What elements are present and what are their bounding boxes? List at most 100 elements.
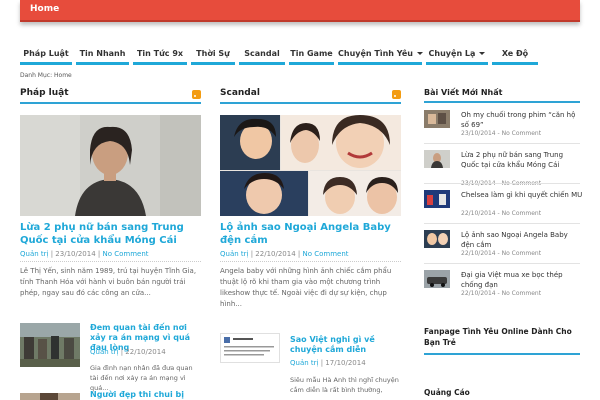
recent-post-item[interactable]: Oh my chuối trong phim “căn hộ số 69” 23… xyxy=(424,110,580,140)
article-meta: Quản trị | 22/10/2014 | No Comment xyxy=(220,250,349,258)
post-title: Lừa 2 phụ nữ bán sang Trung Quốc tại cửa… xyxy=(461,151,564,169)
sidebar-title-recent: Bài Viết Mới Nhất xyxy=(424,88,503,97)
nav-item-tin-tuc-9x[interactable]: Tin Tức 9x xyxy=(133,45,187,65)
post-meta: 22/10/2014 - No Comment xyxy=(461,290,542,297)
nav-label: Scandal xyxy=(244,49,280,58)
nav-item-xe-do[interactable]: Xe Độ xyxy=(492,45,538,65)
author-link[interactable]: Quản trị xyxy=(90,348,118,356)
sidebar-title-fanpage: Fanpage Tình Yêu Online Dành Cho Bạn Trẻ xyxy=(424,327,572,347)
divider xyxy=(220,261,401,262)
post-thumb xyxy=(424,230,450,248)
post-date: 22/10/2014 xyxy=(461,250,496,257)
author-link[interactable]: Quản trị xyxy=(290,359,318,367)
post-thumb xyxy=(424,270,450,288)
chevron-down-icon xyxy=(416,52,423,55)
post-title: Oh my chuối trong phim “căn hộ số 69” xyxy=(461,111,576,129)
post-meta: 22/10/2014 - No Comment xyxy=(461,210,542,217)
post-thumb xyxy=(424,110,450,128)
nav-item-chuyen-la[interactable]: Chuyện Lạ xyxy=(426,45,488,65)
post-date: 22/10/2014 xyxy=(461,210,496,217)
post-thumb xyxy=(424,190,450,208)
article-thumb[interactable] xyxy=(20,389,80,400)
article-excerpt: Lê Thị Yến, sinh năm 1989, trú tại huyện… xyxy=(20,267,197,297)
section-divider xyxy=(424,101,580,103)
home-link[interactable]: Home xyxy=(30,4,59,14)
comments-link[interactable]: No Comment xyxy=(102,250,148,258)
breadcrumb: Danh Mục: Home xyxy=(20,72,72,79)
meta-separator: | xyxy=(50,250,54,258)
meta-separator: | xyxy=(120,348,124,356)
author-link[interactable]: Quản trị xyxy=(220,250,248,258)
divider xyxy=(424,263,580,264)
article-excerpt: Angela baby với những hình ảnh chiếc cắm… xyxy=(220,267,392,308)
top-bar: Home xyxy=(20,0,580,22)
article-title-small[interactable]: Sao Việt nghi gì về chuyện cắm diễn xyxy=(290,335,402,355)
section-divider xyxy=(220,102,401,104)
rss-icon[interactable] xyxy=(192,90,201,99)
post-meta: 23/10/2014 - No Comment xyxy=(461,130,542,137)
nav-item-thoi-su[interactable]: Thời Sự xyxy=(191,45,235,65)
comments-link: No Comment xyxy=(501,290,542,297)
meta-separator: | xyxy=(250,250,254,258)
article-headline[interactable]: Lừa 2 phụ nữ bán sang Trung Quốc tại cửa… xyxy=(20,221,202,247)
nav-label: Tin Nhanh xyxy=(79,49,126,58)
meta-separator: | xyxy=(320,359,324,367)
divider xyxy=(424,143,580,144)
post-thumb xyxy=(424,150,450,168)
divider xyxy=(20,261,201,262)
nav-label: Thời Sự xyxy=(196,49,230,58)
meta-separator: | xyxy=(297,250,301,258)
article-image-scandal[interactable] xyxy=(220,115,401,216)
article-title-small[interactable]: Người đẹp thi chui bị phạt xyxy=(90,390,204,400)
article-excerpt-small: Siêu mẫu Hà Anh thì nghĩ chuyện cắm diễn… xyxy=(290,376,399,394)
divider xyxy=(424,183,580,184)
comments-link: No Comment xyxy=(501,210,542,217)
rss-icon[interactable] xyxy=(392,90,401,99)
section-divider xyxy=(20,102,201,104)
recent-post-item[interactable]: Chelsea làm gì khi quyết chiến MU 22/10/… xyxy=(424,190,583,220)
article-meta: Quản trị | 23/10/2014 | No Comment xyxy=(20,250,149,258)
nav-item-phap-luat[interactable]: Pháp Luật xyxy=(20,45,72,65)
section-title-scandal[interactable]: Scandal xyxy=(220,88,260,98)
article-meta-small: Quản trị | 22/10/2014 xyxy=(90,348,166,356)
nav-item-scandal[interactable]: Scandal xyxy=(239,45,285,65)
nav-label: Pháp Luật xyxy=(23,49,69,58)
post-date: 22/10/2014 xyxy=(461,290,496,297)
nav-label: Chuyện Lạ xyxy=(428,49,476,58)
nav-label: Chuyện Tình Yêu xyxy=(338,49,413,58)
article-image-phap-luat[interactable] xyxy=(20,115,201,216)
post-date: 23/10/2014 xyxy=(55,250,96,258)
article-thumb[interactable] xyxy=(20,323,80,367)
article-meta-small: Quản trị | 17/10/2014 xyxy=(290,359,366,367)
section-divider xyxy=(424,353,580,355)
comments-link: No Comment xyxy=(501,250,542,257)
post-title: Đại gia Việt mua xe bọc thép chống đạn xyxy=(461,271,563,289)
comments-link: No Comment xyxy=(501,130,542,137)
main-nav: Pháp Luật Tin Nhanh Tin Tức 9x Thời Sự S… xyxy=(20,45,580,67)
post-title: Lộ ảnh sao Ngoại Angela Baby đện cắm xyxy=(461,231,568,249)
nav-label: Xe Độ xyxy=(501,49,529,58)
article-headline[interactable]: Lộ ảnh sao Ngoại Angela Baby đện cắm xyxy=(220,221,402,247)
recent-post-item[interactable]: Lộ ảnh sao Ngoại Angela Baby đện cắm 22/… xyxy=(424,230,580,260)
article-thumb[interactable] xyxy=(220,333,280,363)
post-meta: 22/10/2014 - No Comment xyxy=(461,250,542,257)
post-date: 22/10/2014 xyxy=(255,250,296,258)
nav-item-tin-game[interactable]: Tin Game xyxy=(289,45,334,65)
comments-link[interactable]: No Comment xyxy=(302,250,348,258)
nav-item-tin-nhanh[interactable]: Tin Nhanh xyxy=(76,45,129,65)
recent-post-item[interactable]: Đại gia Việt mua xe bọc thép chống đạn 2… xyxy=(424,270,580,300)
nav-label: Tin Game xyxy=(290,49,333,58)
chevron-down-icon xyxy=(479,52,486,55)
author-link[interactable]: Quản trị xyxy=(20,250,48,258)
section-title-phap-luat[interactable]: Pháp luật xyxy=(20,88,69,98)
divider xyxy=(424,223,580,224)
post-date: 17/10/2014 xyxy=(325,359,366,367)
article-excerpt-small: Gia đình nạn nhân đã đưa quan tài đến nơ… xyxy=(90,364,193,392)
meta-separator: | xyxy=(97,250,101,258)
post-title: Chelsea làm gì khi quyết chiến MU xyxy=(461,191,583,199)
post-date: 23/10/2014 xyxy=(461,130,496,137)
nav-item-chuyen-tinh-yeu[interactable]: Chuyện Tình Yêu xyxy=(338,45,423,65)
nav-label: Tin Tức 9x xyxy=(136,49,184,58)
post-date: 22/10/2014 xyxy=(125,348,166,356)
sidebar-title-ads: Quảng Cáo xyxy=(424,388,470,397)
